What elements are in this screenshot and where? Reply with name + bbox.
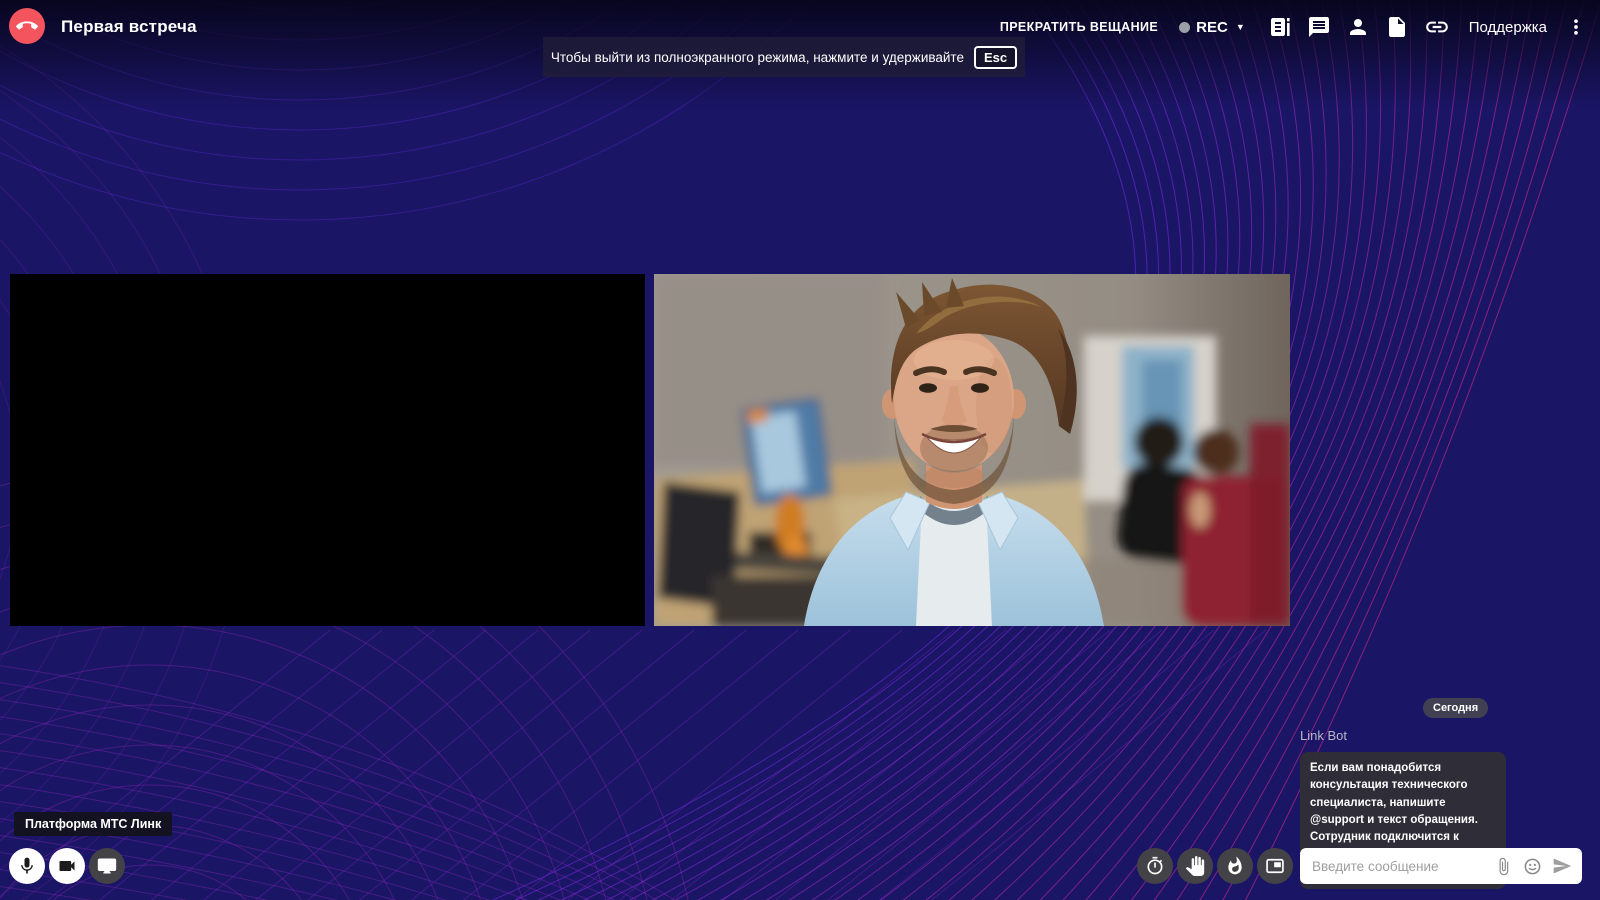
chat-icon (1307, 15, 1331, 39)
chevron-down-icon: ▼ (1236, 22, 1245, 32)
chat-toggle-button[interactable] (1307, 15, 1331, 39)
timer-icon (1145, 856, 1165, 876)
chat-panel: Сегодня Link Bot Если вам понадобится ко… (1300, 0, 1586, 900)
paperclip-icon (1494, 857, 1513, 876)
materials-button[interactable] (1385, 15, 1409, 39)
flame-icon (1225, 856, 1245, 876)
kebab-menu-icon (1566, 17, 1586, 37)
picture-in-picture-icon (1265, 856, 1285, 876)
rec-label: REC (1196, 19, 1228, 36)
meeting-title: Первая встреча (61, 0, 197, 54)
attach-button[interactable] (1494, 857, 1513, 876)
reactions-button[interactable] (1217, 848, 1253, 884)
copy-link-button[interactable] (1424, 14, 1450, 40)
more-menu-button[interactable] (1566, 17, 1586, 37)
chat-sender-name: Link Bot (1300, 728, 1347, 743)
emoji-button[interactable] (1523, 857, 1542, 876)
raise-hand-icon (1185, 856, 1205, 876)
notes-button[interactable] (1268, 15, 1292, 39)
raise-hand-button[interactable] (1177, 848, 1213, 884)
rec-indicator[interactable]: REC ▼ (1179, 19, 1245, 36)
emoji-icon (1523, 857, 1542, 876)
file-icon (1385, 15, 1409, 39)
camera-button[interactable] (49, 848, 85, 884)
send-icon (1552, 856, 1572, 876)
microphone-icon (17, 856, 37, 876)
hangup-phone-icon (16, 15, 38, 37)
pip-button[interactable] (1257, 848, 1293, 884)
support-button[interactable]: Поддержка (1469, 19, 1547, 36)
call-controls (9, 848, 125, 884)
camera-icon (57, 856, 77, 876)
link-icon (1424, 14, 1450, 40)
timer-button[interactable] (1137, 848, 1173, 884)
fullscreen-notice-text: Чтобы выйти из полноэкранного режима, на… (551, 50, 964, 65)
microphone-button[interactable] (9, 848, 45, 884)
meeting-tools (1137, 848, 1293, 884)
fullscreen-notice: Чтобы выйти из полноэкранного режима, на… (543, 37, 1025, 77)
notes-icon (1268, 15, 1292, 39)
chat-input[interactable] (1310, 858, 1484, 875)
send-button[interactable] (1552, 856, 1572, 876)
esc-key-badge: Esc (974, 46, 1017, 69)
screen-share-button[interactable] (89, 848, 125, 884)
rec-dot (1179, 22, 1190, 33)
chat-input-bar (1300, 848, 1582, 884)
participants-button[interactable] (1346, 15, 1370, 39)
chat-date-badge: Сегодня (1423, 698, 1488, 718)
screen-share-icon (97, 856, 117, 876)
participant-video-still (654, 274, 1290, 626)
video-tile-participant[interactable] (654, 274, 1290, 626)
meeting-window: Первая встреча ПРЕКРАТИТЬ ВЕЩАНИЕ REC ▼ (0, 0, 1600, 900)
video-tile-camera-off[interactable] (10, 274, 645, 626)
stop-broadcast-button[interactable]: ПРЕКРАТИТЬ ВЕЩАНИЕ (1000, 20, 1158, 34)
person-icon (1346, 15, 1370, 39)
platform-badge: Платформа МТС Линк (14, 812, 172, 836)
hangup-button[interactable] (9, 8, 45, 44)
